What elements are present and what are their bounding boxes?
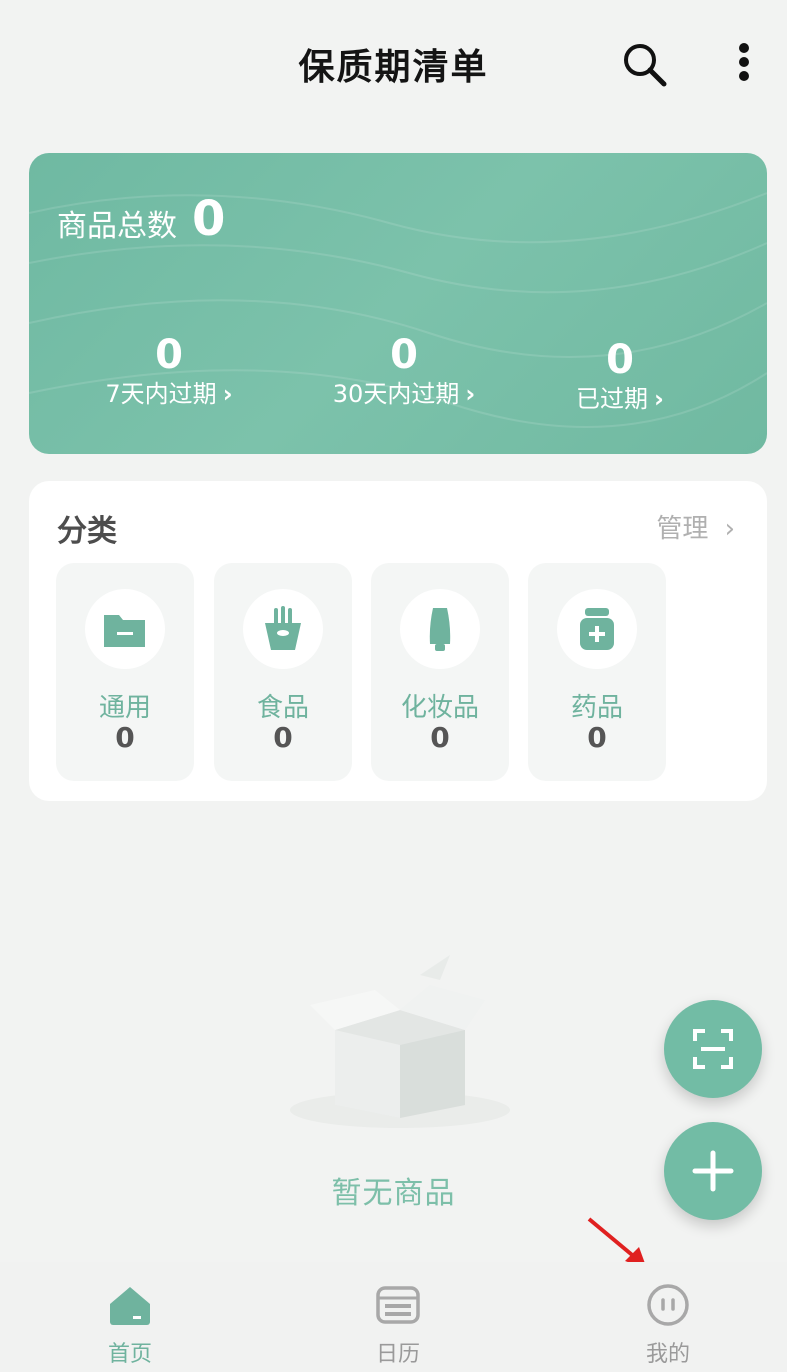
category-count: 0	[273, 721, 293, 754]
stat-label: 7天内过期 ›	[49, 377, 289, 411]
folder-minus-icon	[104, 615, 145, 647]
stat-expire-30-days[interactable]: 0 30天内过期 ›	[284, 333, 524, 411]
search-icon	[624, 44, 667, 87]
category-icon-circle	[400, 589, 480, 669]
add-item-button[interactable]	[664, 1122, 762, 1220]
stat-expired[interactable]: 0 已过期 ›	[500, 338, 740, 416]
home-icon	[110, 1287, 150, 1325]
manage-categories-link[interactable]: 管理 ›	[656, 508, 735, 545]
stat-expire-7-days[interactable]: 0 7天内过期 ›	[49, 333, 289, 411]
chevron-right-icon: ›	[724, 514, 735, 544]
stat-label-text: 已过期	[576, 385, 649, 413]
more-vertical-icon	[739, 43, 749, 81]
scan-icon	[693, 1029, 733, 1069]
total-items-label: 商品总数	[57, 209, 177, 244]
category-icon-circle	[557, 589, 637, 669]
total-items-value: 0	[192, 191, 226, 247]
category-cosmetics[interactable]: 化妆品 0	[371, 563, 509, 781]
stat-label: 已过期 ›	[500, 382, 740, 416]
category-food[interactable]: 食品 0	[214, 563, 352, 781]
stats-card: 商品总数 0 0 7天内过期 › 0 30天内过期 › 0 已过期 ›	[29, 153, 767, 454]
category-name: 药品	[570, 693, 623, 723]
stat-value: 0	[155, 332, 183, 378]
bottle-icon	[429, 608, 451, 651]
app-header: 保质期清单	[0, 0, 787, 130]
category-name: 通用	[98, 693, 151, 723]
category-medicine[interactable]: 药品 0	[528, 563, 666, 781]
tab-label: 我的	[645, 1342, 690, 1367]
search-button[interactable]	[618, 38, 674, 94]
category-name: 食品	[256, 693, 309, 723]
stat-value: 0	[390, 332, 418, 378]
calendar-icon	[376, 1286, 420, 1324]
category-count: 0	[115, 721, 135, 754]
stat-label: 30天内过期 ›	[284, 377, 524, 411]
category-icon-circle	[243, 589, 323, 669]
chevron-right-icon: ›	[654, 385, 664, 413]
tab-calendar[interactable]: 日历	[308, 1262, 488, 1372]
medicine-jar-icon	[580, 608, 614, 650]
empty-box-icon	[290, 955, 510, 1128]
chevron-right-icon: ›	[465, 380, 476, 408]
category-count: 0	[430, 721, 450, 754]
more-options-button[interactable]	[722, 38, 766, 94]
category-name: 化妆品	[400, 693, 479, 723]
tab-label: 首页	[107, 1342, 152, 1367]
tab-profile[interactable]: 我的	[578, 1262, 758, 1372]
category-general[interactable]: 通用 0	[56, 563, 194, 781]
profile-face-icon	[647, 1284, 689, 1326]
category-count: 0	[587, 721, 607, 754]
tab-label: 日历	[375, 1342, 420, 1367]
fries-icon	[265, 606, 301, 650]
categories-title: 分类	[57, 514, 117, 549]
chevron-right-icon: ›	[222, 380, 233, 408]
stat-label-text: 30天内过期	[332, 380, 460, 408]
tab-home[interactable]: 首页	[40, 1262, 220, 1372]
manage-label: 管理	[656, 514, 709, 544]
plus-icon	[692, 1150, 734, 1192]
stat-value: 0	[606, 337, 634, 383]
scan-button[interactable]	[664, 1000, 762, 1098]
category-icon-circle	[85, 589, 165, 669]
bottom-tab-bar: 首页 日历 我的	[0, 1262, 787, 1372]
categories-card: 分类 管理 › 通用 0 食品 0 化妆品 0 药品 0	[29, 481, 767, 801]
stat-label-text: 7天内过期	[105, 380, 217, 408]
